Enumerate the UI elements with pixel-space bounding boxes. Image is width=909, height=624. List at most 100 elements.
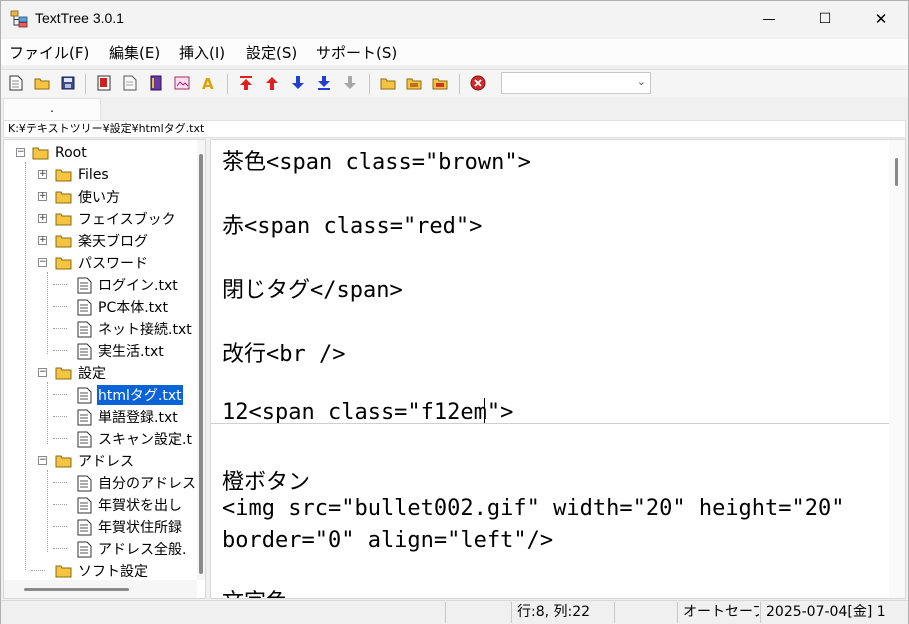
- expand-toggle[interactable]: +: [38, 170, 47, 179]
- tree-node-label: ソフト設定: [78, 564, 148, 580]
- expand-toggle[interactable]: +: [38, 192, 47, 201]
- tree-node-file[interactable]: アドレス全般.: [77, 539, 187, 559]
- move-disabled-button[interactable]: [341, 74, 359, 92]
- new-file-button[interactable]: [7, 74, 25, 92]
- editor-line: 12<span class="f12em">: [222, 400, 514, 425]
- collapse-toggle[interactable]: −: [38, 368, 47, 377]
- tree-node-label: ネット接続.txt: [98, 322, 192, 338]
- tree-node-root[interactable]: Root: [32, 143, 88, 163]
- tree-node-label: Files: [78, 167, 109, 183]
- editor-line: 橙ボタン: [222, 470, 311, 495]
- image-icon: [174, 76, 190, 90]
- tree-node-label: 使い方: [78, 190, 120, 206]
- toolbar-separator: [369, 74, 370, 94]
- tree-node-file[interactable]: PC本体.txt: [77, 297, 169, 317]
- document-icon: [77, 409, 92, 425]
- tab-document[interactable]: .: [3, 98, 101, 120]
- save-icon: [61, 76, 75, 90]
- menu-bar: ファイル(F) 編集(E) 挿入(I) 設定(S) サポート(S): [1, 39, 908, 65]
- expand-toggle[interactable]: +: [38, 236, 47, 245]
- tree-node-folder[interactable]: ソフト設定: [55, 561, 149, 581]
- folder-b-button[interactable]: [405, 74, 423, 92]
- maximize-icon: ☐: [818, 11, 832, 27]
- status-autosave: オートセーブ: [677, 602, 759, 623]
- tree-node-file[interactable]: 年賀状住所録: [77, 517, 183, 537]
- text-editor[interactable]: 茶色<span class="brown"> 赤<span class="red…: [210, 139, 906, 599]
- tree-node-folder[interactable]: フェイスブック: [55, 209, 177, 229]
- book-icon: [150, 75, 162, 91]
- tree-node-file-selected[interactable]: htmlタグ.txt: [77, 384, 184, 406]
- menu-insert[interactable]: 挿入(I): [179, 42, 225, 63]
- editor-line: 赤<span class="red">: [222, 214, 483, 239]
- move-down-button[interactable]: [289, 74, 307, 92]
- tree-node-folder[interactable]: Files: [55, 165, 110, 185]
- tree-node-file[interactable]: ログイン.txt: [77, 275, 179, 295]
- image-button[interactable]: [173, 74, 191, 92]
- folder-a-button[interactable]: [379, 74, 397, 92]
- font-button[interactable]: A: [199, 74, 217, 92]
- close-icon: ✕: [874, 10, 888, 28]
- editor-vertical-scrollbar[interactable]: [889, 140, 905, 598]
- document-icon: [77, 299, 92, 315]
- collapse-toggle[interactable]: −: [38, 258, 47, 267]
- tree-node-label: htmlタグ.txt: [96, 384, 184, 406]
- tree-node-label: 年賀状を出し: [98, 498, 182, 514]
- scrollbar-thumb[interactable]: [199, 154, 203, 574]
- tree-node-file[interactable]: 自分のアドレス: [77, 473, 197, 493]
- tree-connector: [53, 416, 67, 417]
- tree-node-label: 実生活.txt: [98, 344, 164, 360]
- tree-node-folder[interactable]: アドレス: [55, 451, 135, 471]
- tree-node-folder[interactable]: 設定: [55, 363, 107, 383]
- tree-connector: [53, 526, 67, 527]
- move-up-button[interactable]: [263, 74, 281, 92]
- tree-connector: [53, 306, 67, 307]
- tree-node-folder[interactable]: 使い方: [55, 187, 121, 207]
- tree-connector: [53, 504, 67, 505]
- page-button[interactable]: [121, 74, 139, 92]
- tree-node-file[interactable]: 年賀状を出し: [77, 495, 183, 515]
- tree-node-file[interactable]: スキャン設定.t: [77, 429, 193, 449]
- tree-node-label: 単語登録.txt: [98, 410, 178, 426]
- scrollbar-thumb[interactable]: [24, 588, 129, 591]
- minimize-button[interactable]: —: [741, 1, 797, 37]
- tree-node-file[interactable]: ネット接続.txt: [77, 319, 193, 339]
- collapse-toggle[interactable]: −: [38, 456, 47, 465]
- tree-node-file[interactable]: 実生活.txt: [77, 341, 165, 361]
- open-folder-button[interactable]: [33, 74, 51, 92]
- menu-settings[interactable]: 設定(S): [246, 42, 297, 63]
- menu-edit[interactable]: 編集(E): [109, 42, 160, 63]
- save-button[interactable]: [59, 74, 77, 92]
- delete-icon: [470, 75, 486, 91]
- toolbar-combo-value: [502, 77, 506, 91]
- scrollbar-thumb[interactable]: [895, 158, 898, 186]
- folder-icon: [55, 235, 72, 248]
- app-tree-icon: [10, 10, 28, 28]
- move-bottom-icon: [318, 76, 330, 90]
- open-folder-icon: [32, 147, 49, 160]
- tree-node-folder[interactable]: 楽天ブログ: [55, 231, 149, 251]
- move-bottom-button[interactable]: [315, 74, 333, 92]
- tree-horizontal-scrollbar[interactable]: [4, 580, 197, 598]
- folder-icon: [55, 213, 72, 226]
- tree-node-file[interactable]: 単語登録.txt: [77, 407, 179, 427]
- editor-line: border="0" align="left"/>: [222, 528, 554, 553]
- tree-connector: [53, 548, 67, 549]
- expand-toggle[interactable]: +: [38, 214, 47, 223]
- folder-c-button[interactable]: [431, 74, 449, 92]
- document-icon: [77, 431, 92, 447]
- delete-button[interactable]: [469, 74, 487, 92]
- book-button[interactable]: [147, 74, 165, 92]
- close-button[interactable]: ✕: [853, 1, 909, 37]
- tree-vertical-scrollbar[interactable]: [197, 140, 205, 580]
- menu-support[interactable]: サポート(S): [316, 42, 397, 63]
- bookmark-button[interactable]: [95, 74, 113, 92]
- menu-file[interactable]: ファイル(F): [9, 42, 89, 63]
- move-top-button[interactable]: [237, 74, 255, 92]
- open-folder-icon: [55, 257, 72, 270]
- tree-node-label: 年賀状住所録: [98, 520, 182, 536]
- tree-node-folder[interactable]: パスワード: [55, 253, 149, 273]
- status-datetime: 2025-07-04[金] 1: [760, 602, 906, 623]
- toolbar-combo[interactable]: ⌄: [501, 72, 651, 94]
- maximize-button[interactable]: ☐: [797, 1, 853, 37]
- collapse-toggle[interactable]: −: [16, 148, 25, 157]
